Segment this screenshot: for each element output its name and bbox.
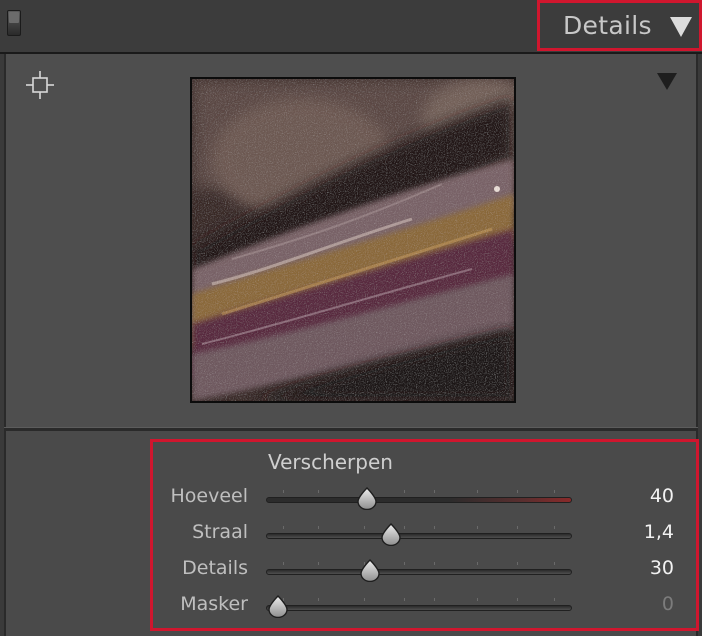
slider-tick — [517, 526, 518, 529]
slider-tick — [477, 526, 478, 529]
slider-tick — [404, 562, 405, 565]
slider-thumb-details[interactable] — [358, 558, 382, 583]
slider-tick — [477, 598, 478, 601]
slider-tick — [554, 490, 555, 493]
sharpen-section-title: Verscherpen — [268, 450, 393, 474]
slider-value-masker[interactable]: 0 — [600, 593, 674, 615]
slider-tick — [318, 598, 319, 601]
slider-label-straal: Straal — [192, 521, 248, 543]
slider-value-hoeveel[interactable]: 40 — [600, 485, 674, 507]
slider-tick — [283, 526, 284, 529]
slider-tick — [404, 490, 405, 493]
slider-tick — [554, 598, 555, 601]
slider-label-details: Details — [182, 557, 248, 579]
slider-tick — [364, 598, 365, 601]
crosshair-target-icon[interactable] — [25, 70, 55, 100]
slider-label-hoeveel: Hoeveel — [170, 485, 248, 507]
collapse-triangle-down-icon[interactable] — [670, 17, 692, 37]
slider-tick — [477, 562, 478, 565]
panel-switch-icon[interactable] — [7, 10, 21, 36]
slider-tick — [364, 526, 365, 529]
slider-tick — [477, 490, 478, 493]
slider-track-hoeveel[interactable] — [266, 497, 572, 503]
slider-tick — [517, 562, 518, 565]
slider-thumb-hoeveel[interactable] — [355, 486, 379, 511]
slider-thumb-masker[interactable] — [266, 594, 290, 619]
panel-title[interactable]: Details — [563, 11, 652, 40]
slider-tick — [318, 562, 319, 565]
slider-tick — [554, 526, 555, 529]
preview-menu-triangle-icon[interactable] — [657, 73, 677, 90]
slider-thumb-straal[interactable] — [379, 522, 403, 547]
slider-tick — [404, 598, 405, 601]
slider-tick — [434, 562, 435, 565]
slider-tick — [554, 562, 555, 565]
slider-tick — [434, 598, 435, 601]
slider-track-masker[interactable] — [266, 605, 572, 611]
slider-tick — [318, 490, 319, 493]
slider-tick — [434, 526, 435, 529]
slider-tick — [434, 490, 435, 493]
slider-tick — [517, 490, 518, 493]
slider-tick — [318, 526, 319, 529]
slider-tick — [404, 526, 405, 529]
slider-tick — [517, 598, 518, 601]
detail-preview-image[interactable] — [190, 77, 516, 403]
slider-track-details[interactable] — [266, 569, 572, 575]
slider-tick — [283, 562, 284, 565]
slider-track-straal[interactable] — [266, 533, 572, 539]
slider-label-masker: Masker — [180, 593, 248, 615]
slider-value-details[interactable]: 30 — [600, 557, 674, 579]
slider-tick — [283, 490, 284, 493]
slider-value-straal[interactable]: 1,4 — [600, 521, 674, 543]
